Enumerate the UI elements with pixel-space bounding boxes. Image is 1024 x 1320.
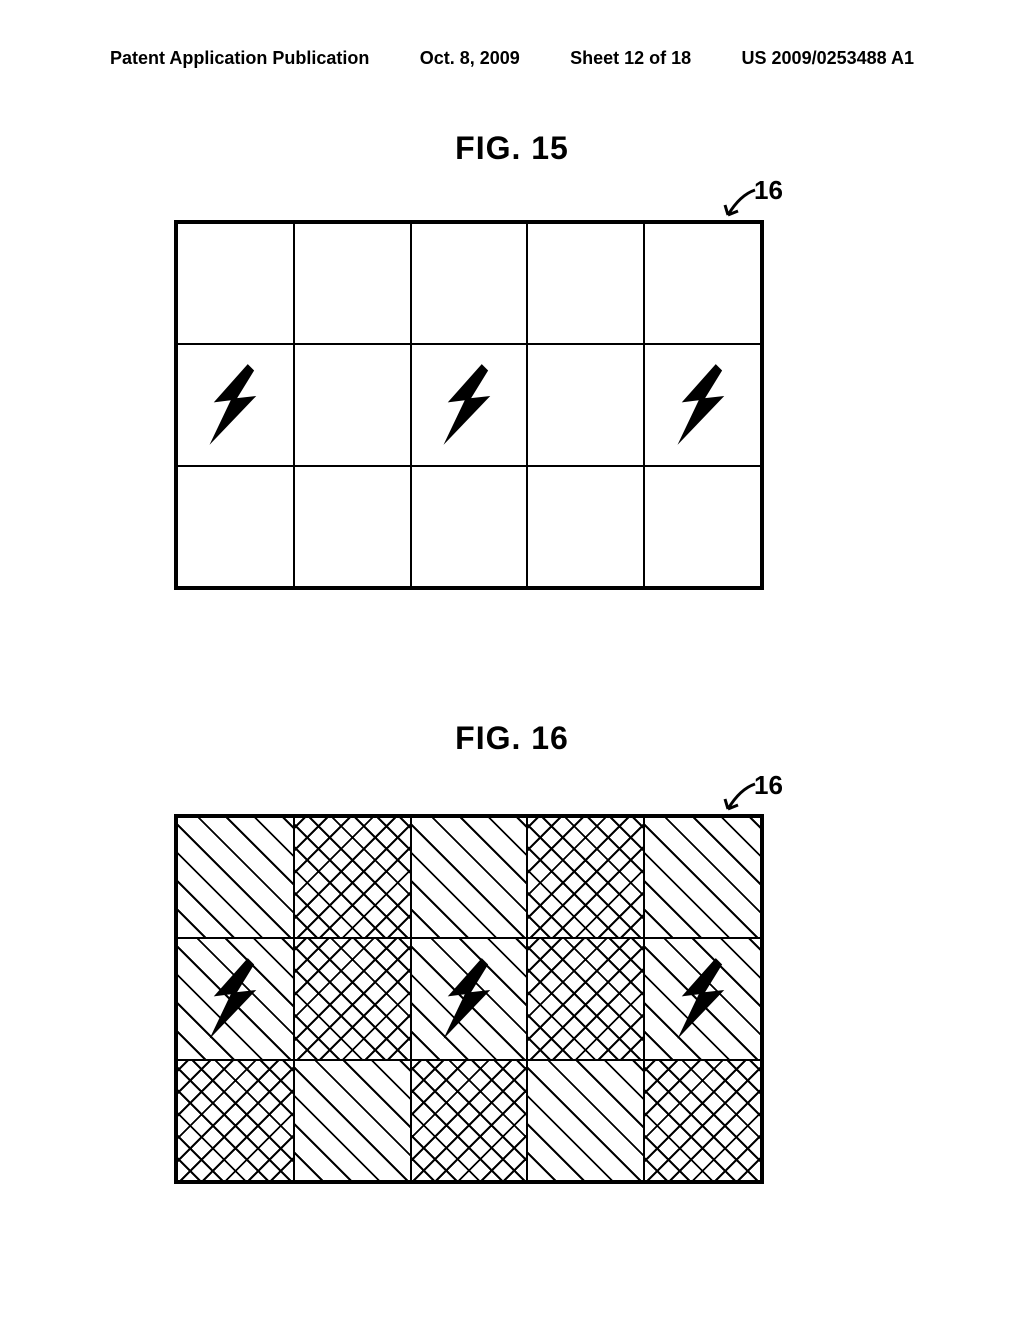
grid-cell xyxy=(294,466,411,587)
grid-cell xyxy=(294,817,411,938)
grid-cell xyxy=(411,344,528,465)
lightning-bolt-icon xyxy=(434,362,504,447)
grid-cell xyxy=(527,817,644,938)
lightning-bolt-icon xyxy=(200,362,270,447)
grid-cell xyxy=(177,817,294,938)
fig-15-title: FIG. 15 xyxy=(0,130,1024,167)
pub-date: Oct. 8, 2009 xyxy=(420,48,520,69)
grid-cell xyxy=(177,466,294,587)
grid-cell xyxy=(527,1060,644,1181)
sheet-info: Sheet 12 of 18 xyxy=(570,48,691,69)
grid-cell xyxy=(177,344,294,465)
grid-cell xyxy=(644,223,761,344)
grid-cell xyxy=(644,466,761,587)
grid-cell xyxy=(527,938,644,1059)
grid-cell xyxy=(644,1060,761,1181)
fig-16-title: FIG. 16 xyxy=(0,720,1024,757)
grid-cell xyxy=(411,817,528,938)
grid-cell xyxy=(644,344,761,465)
lightning-bolt-icon xyxy=(434,956,504,1041)
grid-cell xyxy=(527,223,644,344)
grid-cell xyxy=(411,938,528,1059)
reference-arrow-icon xyxy=(720,779,760,819)
grid-cell xyxy=(411,223,528,344)
patent-number: US 2009/0253488 A1 xyxy=(742,48,914,69)
grid-cell xyxy=(294,938,411,1059)
grid-cell xyxy=(644,817,761,938)
grid-cell xyxy=(527,466,644,587)
lightning-bolt-icon xyxy=(668,362,738,447)
reference-arrow-icon xyxy=(720,185,760,225)
fig-16-grid xyxy=(174,814,764,1184)
grid-cell xyxy=(411,1060,528,1181)
page-header: Patent Application Publication Oct. 8, 2… xyxy=(0,48,1024,69)
publication-type: Patent Application Publication xyxy=(110,48,369,69)
grid-cell xyxy=(177,938,294,1059)
fig-15-grid xyxy=(174,220,764,590)
grid-cell xyxy=(177,1060,294,1181)
grid-cell xyxy=(294,344,411,465)
grid-cell xyxy=(294,1060,411,1181)
grid-cell xyxy=(527,344,644,465)
grid-cell xyxy=(411,466,528,587)
lightning-bolt-icon xyxy=(200,956,270,1041)
lightning-bolt-icon xyxy=(668,956,738,1041)
grid-cell xyxy=(644,938,761,1059)
grid-cell xyxy=(294,223,411,344)
grid-cell xyxy=(177,223,294,344)
